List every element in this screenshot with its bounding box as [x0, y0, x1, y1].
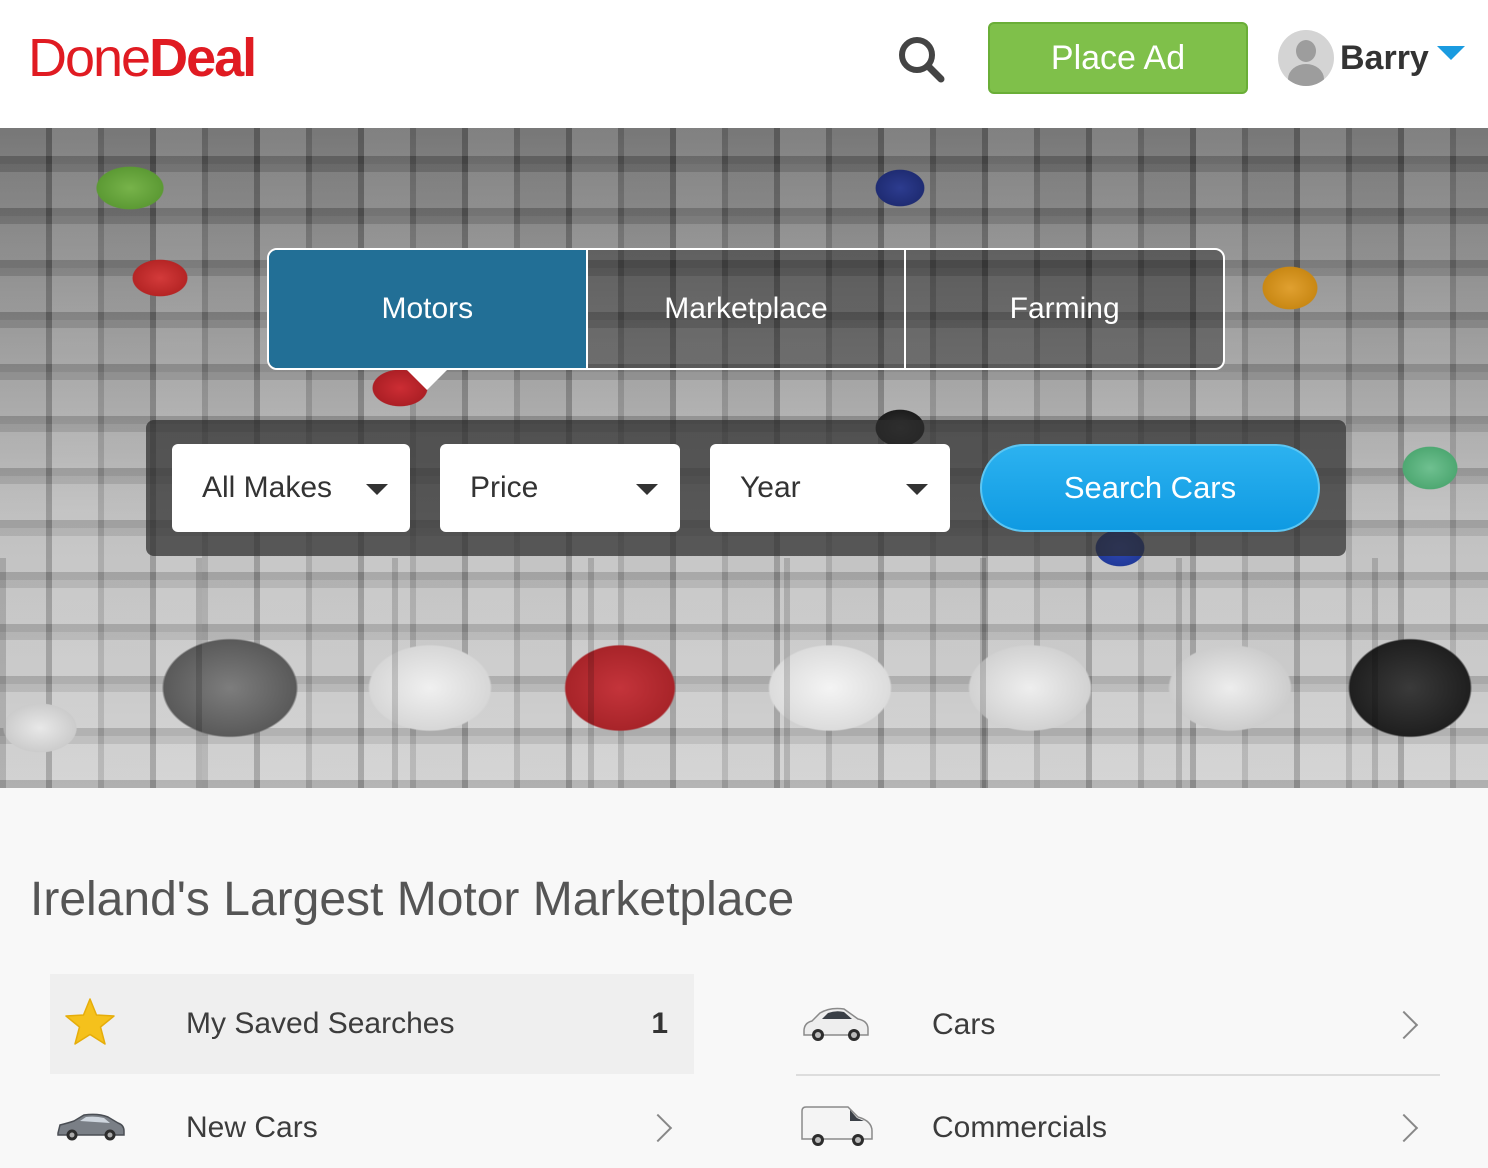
tab-marketplace[interactable]: Marketplace [588, 250, 907, 368]
search-cars-button[interactable]: Search Cars [980, 444, 1320, 532]
new-cars-label: New Cars [186, 1111, 318, 1144]
dropdown-arrow-icon [366, 484, 388, 495]
tab-farming[interactable]: Farming [906, 250, 1223, 368]
page-title: Ireland's Largest Motor Marketplace [30, 873, 795, 926]
saved-searches-label: My Saved Searches [186, 1007, 455, 1040]
makes-select-value: All Makes [202, 471, 333, 504]
avatar [1278, 30, 1334, 86]
price-select-value: Price [470, 471, 539, 504]
logo-text-deal: Deal [149, 28, 257, 88]
donedeal-logo[interactable]: DoneDeal [28, 26, 257, 90]
year-select-value: Year [740, 471, 801, 504]
commercials-link[interactable]: Commercials [796, 1078, 1440, 1168]
dropdown-arrow-icon [636, 484, 658, 495]
hero-banner: Motors Marketplace Farming All Makes Pri… [0, 128, 1488, 788]
saved-searches-count: 1 [651, 1007, 668, 1040]
motor-search-bar: All Makes Price Year Search Cars [146, 420, 1346, 556]
year-select[interactable]: Year [710, 444, 950, 532]
hero-image-overlay [0, 558, 1488, 788]
site-header: DoneDeal Place Ad Barry [0, 0, 1488, 128]
user-menu[interactable]: Barry [1278, 28, 1465, 88]
chevron-right-icon [1389, 1010, 1419, 1040]
place-ad-button[interactable]: Place Ad [988, 22, 1248, 94]
star-icon [64, 997, 116, 1052]
user-name: Barry [1340, 38, 1429, 77]
van-icon [800, 1103, 876, 1154]
category-tabs: Motors Marketplace Farming [267, 248, 1225, 390]
dropdown-arrow-icon [906, 484, 928, 495]
saved-searches-link[interactable]: My Saved Searches 1 [50, 974, 694, 1074]
cars-label: Cars [932, 1008, 996, 1041]
hatchback-car-icon [54, 1111, 126, 1146]
car-icon [800, 1001, 872, 1050]
cars-link[interactable]: Cars [796, 976, 1440, 1076]
commercials-label: Commercials [932, 1111, 1108, 1144]
search-icon[interactable] [896, 34, 946, 84]
tab-motors[interactable]: Motors [269, 250, 588, 390]
chevron-right-icon [1389, 1113, 1419, 1143]
new-cars-link[interactable]: New Cars [50, 1078, 694, 1168]
chevron-down-icon [1436, 46, 1465, 60]
makes-select[interactable]: All Makes [172, 444, 410, 532]
chevron-right-icon [643, 1113, 673, 1143]
logo-text-done: Done [28, 28, 151, 88]
price-select[interactable]: Price [440, 444, 680, 532]
